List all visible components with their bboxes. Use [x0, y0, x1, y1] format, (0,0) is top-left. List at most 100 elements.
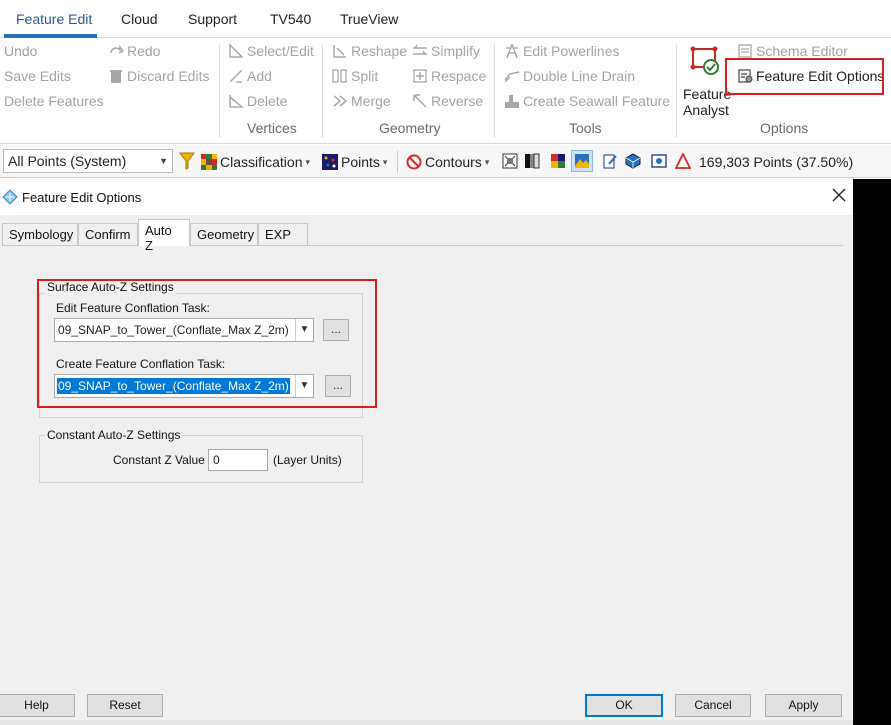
ribbon-tab-bar: Feature Edit Cloud Support TV540 TrueVie… [0, 0, 891, 38]
edit-powerlines-button[interactable]: Edit Powerlines [504, 41, 620, 61]
terrain-view-toggle[interactable] [571, 150, 593, 172]
simplify-label: Simplify [431, 43, 481, 59]
ribbon: Undo Save Edits Delete Features Redo Dis… [0, 38, 891, 144]
close-icon [832, 188, 846, 202]
reverse-icon [413, 94, 427, 108]
tab-trueview[interactable]: TrueView [340, 11, 398, 27]
no-contours-icon [406, 154, 422, 170]
raster-view-icon[interactable] [502, 153, 518, 169]
respace-icon [413, 69, 427, 83]
create-seawall-feature-button[interactable]: Create Seawall Feature [504, 91, 670, 111]
classification-dropdown[interactable]: Classification ▾ [201, 152, 310, 172]
geometry-group-label: Geometry [379, 120, 441, 136]
discard-edits-button[interactable]: Discard Edits [108, 66, 209, 86]
add-vertex-button[interactable]: Add [228, 66, 272, 86]
reshape-button[interactable]: Reshape [332, 41, 407, 61]
cube-icon[interactable] [625, 153, 641, 169]
save-edits-button[interactable]: Save Edits [4, 66, 71, 86]
apply-button[interactable]: Apply [765, 694, 842, 717]
delete-features-button[interactable]: Delete Features [4, 91, 104, 111]
delete-vertex-button[interactable]: Delete [228, 91, 287, 111]
points-icon [322, 154, 338, 170]
tab-geometry[interactable]: Geometry [190, 223, 258, 245]
simplify-icon [413, 44, 427, 55]
point-filter-combo[interactable]: All Points (System) ▼ [3, 149, 173, 173]
toolbar-separator [397, 151, 398, 173]
feature-edit-options-dialog: Feature Edit Options Symbology Confirm A… [0, 179, 853, 725]
reverse-label: Reverse [431, 93, 484, 109]
group-separator [322, 44, 323, 138]
tab-tv540[interactable]: TV540 [270, 11, 311, 27]
split-label: Split [351, 68, 379, 84]
layer-units-label: (Layer Units) [273, 453, 342, 467]
contours-dropdown[interactable]: Contours ▾ [406, 152, 489, 172]
seawall-icon [505, 95, 519, 108]
redo-button[interactable]: Redo [108, 41, 160, 61]
tab-feature-edit[interactable]: Feature Edit [16, 11, 92, 27]
chevron-down-icon: ▾ [382, 156, 388, 167]
tab-exp[interactable]: EXP [258, 223, 308, 245]
reshape-label: Reshape [351, 43, 408, 59]
dialog-title: Feature Edit Options [22, 190, 142, 205]
help-button[interactable]: Help [0, 694, 75, 717]
ok-button[interactable]: OK [585, 694, 663, 717]
tools-group-label: Tools [569, 120, 602, 136]
dialog-bottom-edge [0, 720, 853, 725]
points-dropdown[interactable]: Points ▾ [322, 152, 387, 172]
respace-label: Respace [431, 68, 487, 84]
contours-label: Contours [425, 154, 482, 170]
edit-powerlines-label: Edit Powerlines [523, 43, 620, 59]
edit-document-icon[interactable] [602, 153, 618, 169]
split-icon [332, 69, 347, 83]
double-line-drain-button[interactable]: Double Line Drain [504, 66, 635, 86]
split-button[interactable]: Split [332, 66, 378, 86]
points-label: Points [341, 154, 380, 170]
merge-button[interactable]: Merge [332, 91, 391, 111]
constant-z-input[interactable]: 0 [208, 449, 268, 471]
tab-cloud[interactable]: Cloud [121, 11, 158, 27]
add-vertex-label: Add [247, 68, 272, 84]
chevron-down-icon: ▼ [159, 156, 168, 166]
filter-icon[interactable] [179, 152, 195, 170]
merge-icon [333, 95, 348, 107]
reset-button[interactable]: Reset [87, 694, 163, 717]
close-button[interactable] [829, 185, 849, 205]
select-edit-icon [229, 43, 244, 58]
merge-label: Merge [351, 93, 391, 109]
tab-symbology[interactable]: Symbology [2, 223, 78, 245]
reshape-icon [333, 45, 346, 58]
options-group-label: Options [760, 120, 809, 136]
reverse-button[interactable]: Reverse [412, 91, 483, 111]
cancel-button[interactable]: Cancel [675, 694, 751, 717]
simplify-button[interactable]: Simplify [412, 41, 480, 61]
tab-support[interactable]: Support [188, 11, 237, 27]
drain-icon [504, 71, 520, 83]
schema-editor-label: Schema Editor [756, 43, 848, 59]
delete-vertex-icon [229, 95, 244, 108]
undo-button[interactable]: Undo [4, 41, 37, 61]
chevron-down-icon: ▾ [305, 156, 311, 167]
save-edits-label: Save Edits [4, 68, 71, 84]
schema-editor-icon [738, 44, 752, 58]
layer-toolbar: All Points (System) ▼ Classification ▾ P… [0, 145, 891, 178]
tab-auto-z[interactable]: Auto Z [138, 219, 190, 253]
group-separator [676, 44, 677, 138]
respace-button[interactable]: Respace [412, 66, 486, 86]
select-edit-button[interactable]: Select/Edit [228, 41, 314, 61]
surface-settings-highlight [37, 279, 377, 408]
grayscale-icon[interactable] [524, 153, 540, 169]
point-filter-value: All Points (System) [8, 153, 127, 169]
create-seawall-feature-label: Create Seawall Feature [523, 93, 671, 109]
triangle-icon[interactable] [675, 153, 691, 169]
group-separator [494, 44, 495, 138]
color-map-icon[interactable] [550, 153, 566, 169]
background-viewport [853, 179, 891, 725]
classification-label: Classification [220, 154, 303, 170]
tab-confirm[interactable]: Confirm [78, 223, 138, 245]
image-view-icon[interactable] [651, 153, 667, 169]
group-separator [219, 44, 220, 138]
add-vertex-icon [229, 69, 243, 83]
delete-features-label: Delete Features [4, 93, 104, 109]
undo-label: Undo [4, 43, 38, 59]
feature-edit-options-highlight [725, 58, 884, 95]
